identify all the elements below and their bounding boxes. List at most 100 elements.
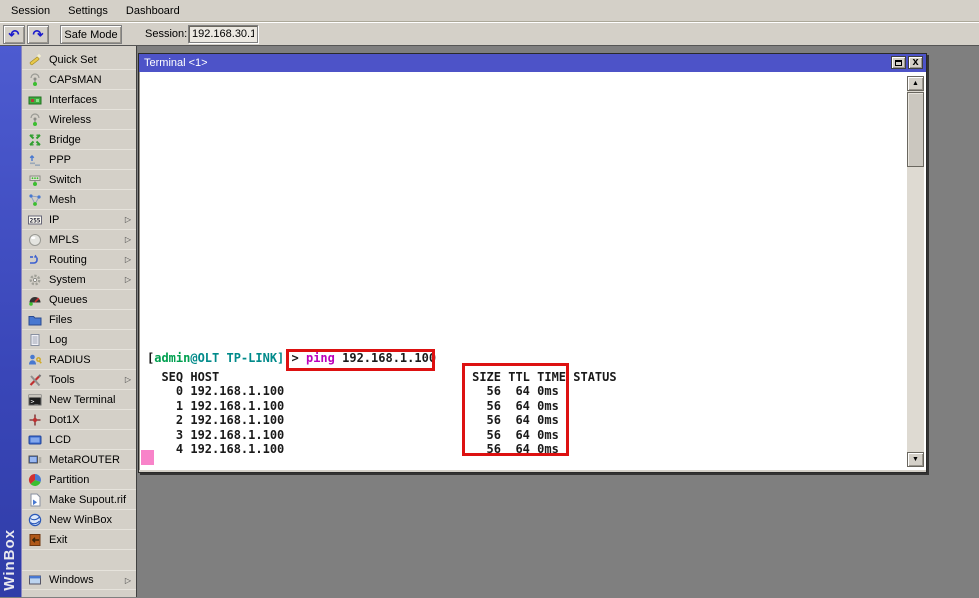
sidebar-item-label: Queues [49,294,88,306]
close-button[interactable]: x [908,56,923,69]
tools-icon [27,373,43,387]
sidebar-item-switch[interactable]: Switch [22,170,136,190]
ppp-connection-icon [27,153,43,167]
sidebar-item-capsman[interactable]: CAPsMAN [22,70,136,90]
submenu-arrow-icon: ▷ [125,576,131,585]
sidebar-item-label: Tools [49,374,75,386]
sidebar-item-make-supout-rif[interactable]: Make Supout.rif [22,490,136,510]
terminal-window: Terminal <1> x [admin@OLT TP-LINK] > pin… [138,53,927,473]
session-address-input[interactable] [188,25,258,43]
sidebar-item-label: RADIUS [49,354,91,366]
antenna-icon [27,113,43,127]
prompt-host: @OLT TP-LINK] [190,351,284,365]
sidebar-item-label: Routing [49,254,87,266]
sidebar-item-metarouter[interactable]: MetaROUTER [22,450,136,470]
sidebar-item-system[interactable]: System▷ [22,270,136,290]
bridge-arrows-icon [27,133,43,147]
sidebar-item-label: Make Supout.rif [49,494,126,506]
terminal-titlebar[interactable]: Terminal <1> x [139,54,926,72]
sidebar-item-log[interactable]: Log [22,330,136,350]
sidebar-item-label: Log [49,334,67,346]
supout-file-icon [27,493,43,507]
sidebar-item-label: Windows [49,574,94,586]
sidebar-item-tools[interactable]: Tools▷ [22,370,136,390]
redo-button[interactable]: ↷ [27,25,49,44]
wand-icon [27,53,43,67]
sidebar-item-ppp[interactable]: PPP [22,150,136,170]
folder-icon [27,313,43,327]
sidebar-item-label: MetaROUTER [49,454,120,466]
network-card-icon [27,93,43,107]
routing-arrows-icon [27,253,43,267]
winbox-app: Session Settings Dashboard ↶ ↷ Safe Mode… [0,0,979,598]
sidebar-item-exit[interactable]: Exit [22,530,136,550]
scroll-down-button[interactable]: ▼ [907,452,924,467]
terminal-cursor [141,450,154,465]
sidebar-item-files[interactable]: Files [22,310,136,330]
sidebar-item-label: IP [49,214,59,226]
gear-icon [27,273,43,287]
terminal-output-area[interactable]: [admin@OLT TP-LINK] > ping 192.168.1.100… [139,72,926,470]
menu-dashboard[interactable]: Dashboard [117,2,189,20]
windows-icon [27,573,43,587]
sidebar-item-label: Partition [49,474,89,486]
sidebar-item-queues[interactable]: Queues [22,290,136,310]
terminal-title: Terminal <1> [144,57,208,69]
sidebar-item-wireless[interactable]: Wireless [22,110,136,130]
submenu-arrow-icon: ▷ [125,255,131,264]
sidebar-item-label: Dot1X [49,414,80,426]
menu-session[interactable]: Session [2,2,59,20]
toolbar: ↶ ↷ Safe Mode Session: [0,22,979,46]
undo-button[interactable]: ↶ [3,25,25,44]
mesh-icon [27,193,43,207]
sidebar-item-label: Quick Set [49,54,97,66]
scroll-down-icon: ▼ [912,456,919,463]
sidebar-item-label: PPP [49,154,71,166]
svg-text:255: 255 [30,217,41,224]
scroll-up-button[interactable]: ▲ [907,76,924,91]
sidebar: WinBox Quick Set CAPsMAN Interfaces Wireles… [0,46,137,597]
sidebar-item-new-terminal[interactable]: >_New Terminal [22,390,136,410]
prompt-user: admin [154,351,190,365]
submenu-arrow-icon: ▷ [125,275,131,284]
maximize-icon [895,60,902,66]
sidebar-item-new-winbox[interactable]: New WinBox [22,510,136,530]
terminal-scrollbar[interactable]: ▲ ▼ [907,76,924,467]
close-icon: x [912,57,918,68]
sidebar-item-label: New WinBox [49,514,112,526]
winbox-globe-icon [27,513,43,527]
sidebar-item-lcd[interactable]: LCD [22,430,136,450]
winbox-brand-text: WinBox [1,529,18,591]
exit-door-icon [27,533,43,547]
sidebar-item-label: MPLS [49,234,79,246]
sidebar-item-interfaces[interactable]: Interfaces [22,90,136,110]
submenu-arrow-icon: ▷ [125,215,131,224]
sidebar-item-windows[interactable]: Windows ▷ [22,570,136,590]
sidebar-item-ip[interactable]: 255 IP ▷ [22,210,136,230]
switch-icon [27,173,43,187]
sidebar-item-partition[interactable]: Partition [22,470,136,490]
annotation-box-ping-stats [462,363,569,456]
undo-arrow-icon: ↶ [9,28,20,41]
winbox-brand-strip: WinBox [0,46,22,597]
sidebar-item-mesh[interactable]: Mesh [22,190,136,210]
safe-mode-button[interactable]: Safe Mode [60,25,122,44]
menu-settings[interactable]: Settings [59,2,117,20]
sidebar-item-radius[interactable]: RADIUS [22,350,136,370]
sidebar-item-label: CAPsMAN [49,74,102,86]
scrollbar-thumb[interactable] [907,92,924,167]
sidebar-item-routing[interactable]: Routing ▷ [22,250,136,270]
sidebar-item-mpls[interactable]: MPLS▷ [22,230,136,250]
session-field-label: Session: [145,28,187,40]
menubar: Session Settings Dashboard [0,0,979,22]
maximize-button[interactable] [891,56,906,69]
sidebar-item-bridge[interactable]: Bridge [22,130,136,150]
metarouter-monitor-icon [27,453,43,467]
sidebar-item-quick-set[interactable]: Quick Set [22,50,136,70]
sidebar-item-label: Wireless [49,114,91,126]
sidebar-item-label: Switch [49,174,81,186]
terminal-icon: >_ [27,393,43,407]
gauge-icon [27,293,43,307]
sidebar-item-label: LCD [49,434,71,446]
sidebar-item-dot1x[interactable]: Dot1X [22,410,136,430]
